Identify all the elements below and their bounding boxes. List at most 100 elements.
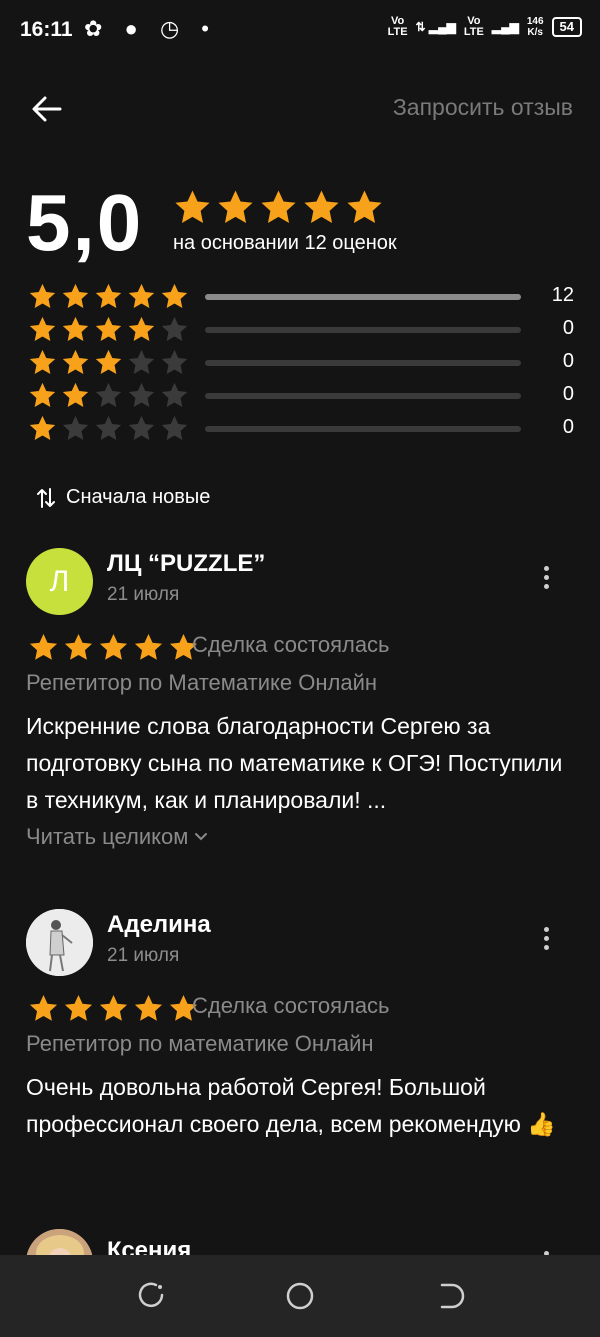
- rating-score: 5,0: [26, 178, 144, 267]
- star-icon: [134, 633, 163, 660]
- rating-stars: [173, 188, 384, 227]
- star-icon: [99, 994, 128, 1021]
- distribution-row-1: 0: [28, 414, 576, 444]
- deal-status: Сделка состоялась: [192, 632, 390, 657]
- distribution-count: 0: [562, 317, 574, 339]
- back-icon[interactable]: [436, 1281, 466, 1311]
- recent-apps-icon[interactable]: [136, 1281, 166, 1311]
- star-icon: [29, 633, 58, 660]
- review-text: Очень довольна работой Сергея! Большой п…: [26, 1074, 556, 1137]
- avatar: [26, 909, 93, 976]
- battery-icon: 54: [551, 17, 582, 37]
- more-options-icon[interactable]: [536, 566, 556, 594]
- stars: [28, 381, 189, 410]
- review-card: Ксения: [26, 1229, 576, 1255]
- distribution-bar: [205, 294, 521, 300]
- distribution-bar: [205, 327, 521, 333]
- avatar: Л: [26, 548, 93, 615]
- read-more-label: Читать целиком: [26, 824, 189, 849]
- star-icon: [95, 382, 122, 407]
- review-stars: [28, 632, 199, 663]
- star-icon: [95, 415, 122, 440]
- star-icon: [161, 283, 188, 308]
- star-icon: [128, 283, 155, 308]
- distribution-count: 0: [562, 350, 574, 372]
- stars: [28, 282, 189, 311]
- distribution-bar: [205, 393, 521, 399]
- signal-icon: ⇅ ▂▄▆: [415, 20, 456, 34]
- star-icon: [161, 316, 188, 341]
- star-icon: [161, 349, 188, 374]
- star-icon: [29, 283, 56, 308]
- star-icon: [261, 190, 296, 223]
- distribution-bar: [205, 426, 521, 432]
- signal-icon: ▂▄▆: [491, 20, 519, 34]
- distribution-count: 0: [562, 383, 574, 405]
- star-icon: [128, 316, 155, 341]
- status-right: Vo LTE ⇅ ▂▄▆ Vo LTE ▂▄▆ 146 K/s 54: [388, 16, 582, 38]
- star-icon: [29, 316, 56, 341]
- star-icon: [128, 349, 155, 374]
- distribution-row-5: 12: [28, 282, 576, 312]
- review-subject: Репетитор по математике Онлайн: [26, 1031, 374, 1056]
- read-more-link[interactable]: Читать целиком: [26, 824, 208, 850]
- star-icon: [29, 994, 58, 1021]
- distribution-row-3: 0: [28, 348, 576, 378]
- star-icon: [161, 415, 188, 440]
- review-subject: Репетитор по Математике Онлайн: [26, 670, 378, 695]
- star-icon: [62, 415, 89, 440]
- distribution-count: 0: [562, 416, 574, 438]
- star-icon: [95, 283, 122, 308]
- star-icon: [304, 190, 339, 223]
- distribution-count: 12: [551, 284, 574, 306]
- deal-status: Сделка состоялась: [192, 993, 390, 1018]
- person-photo-icon: [26, 1229, 93, 1255]
- person-photo-icon: [26, 909, 93, 976]
- star-icon: [29, 382, 56, 407]
- more-options-icon[interactable]: [536, 927, 556, 955]
- arrow-left-icon[interactable]: [30, 92, 64, 126]
- request-review-button[interactable]: Запросить отзыв: [393, 94, 573, 121]
- rating-basis: на основании 12 оценок: [173, 232, 397, 254]
- status-time: 16:11: [20, 18, 73, 41]
- sort-button[interactable]: Сначала новые: [36, 486, 210, 509]
- star-icon: [347, 190, 382, 223]
- network-speed: 146 K/s: [526, 16, 544, 38]
- sort-label: Сначала новые: [66, 486, 211, 508]
- stars: [28, 315, 189, 344]
- home-icon[interactable]: [285, 1281, 315, 1311]
- star-icon: [64, 994, 93, 1021]
- chevron-down-icon: [195, 833, 208, 841]
- avatar: [26, 1229, 93, 1255]
- distribution-bar: [205, 360, 521, 366]
- star-icon: [29, 415, 56, 440]
- star-icon: [95, 349, 122, 374]
- top-bar: Запросить отзыв: [0, 62, 600, 154]
- distribution-row-4: 0: [28, 315, 576, 345]
- review-card: Аделина 21 июля Сделка состоялась Репети…: [26, 909, 576, 1189]
- star-icon: [218, 190, 253, 223]
- volte-icon: Vo LTE: [463, 15, 484, 38]
- star-icon: [64, 633, 93, 660]
- star-icon: [128, 382, 155, 407]
- star-icon: [62, 316, 89, 341]
- star-icon: [62, 349, 89, 374]
- stars: [28, 414, 189, 443]
- distribution-row-2: 0: [28, 381, 576, 411]
- star-icon: [175, 190, 210, 223]
- star-icon: [62, 283, 89, 308]
- status-bar: 16:11 ✿ ● ◷ • Vo LTE ⇅ ▂▄▆ Vo LTE ▂▄▆ 146 K…: [0, 0, 600, 62]
- review-card: Л ЛЦ “PUZZLE” 21 июля Сделка состоялась …: [26, 548, 576, 858]
- system-navigation-bar: [0, 1255, 600, 1337]
- star-icon: [99, 633, 128, 660]
- review-text: Искренние слова благодарности Сергею за …: [26, 713, 563, 813]
- star-icon: [134, 994, 163, 1021]
- volte-icon: Vo LTE: [387, 15, 408, 38]
- notification-icons: ✿ ● ◷ •: [84, 16, 217, 41]
- reviewer-name: Аделина: [107, 911, 211, 938]
- star-icon: [128, 415, 155, 440]
- sort-arrows-icon: [37, 487, 55, 508]
- star-icon: [95, 316, 122, 341]
- reviewer-name: ЛЦ “PUZZLE”: [107, 550, 266, 577]
- star-icon: [62, 382, 89, 407]
